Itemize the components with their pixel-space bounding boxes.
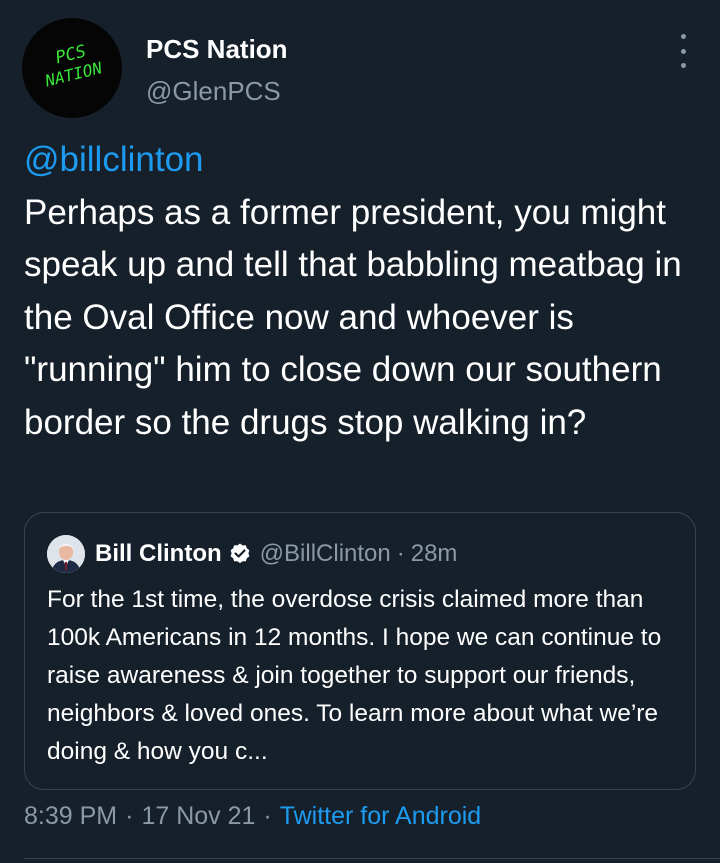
divider — [24, 858, 720, 859]
more-dot — [680, 63, 686, 68]
tweet-header: PCS NATION PCS Nation @GlenPCS — [22, 18, 698, 118]
quoted-author-handle[interactable]: @BillClinton — [260, 540, 391, 568]
mention-link[interactable]: @billclinton — [24, 134, 704, 187]
tweet-text-content: Perhaps as a former president, you might… — [24, 192, 682, 442]
quoted-author-name[interactable]: Bill Clinton — [95, 540, 222, 568]
author-handle[interactable]: @GlenPCS — [146, 76, 281, 107]
quoted-time[interactable]: 28m — [411, 540, 458, 568]
tweet-source-link[interactable]: Twitter for Android — [280, 802, 481, 830]
quoted-separator: · — [396, 540, 405, 567]
tweet-date[interactable]: 17 Nov 21 — [141, 802, 255, 830]
meta-separator: · — [263, 802, 272, 830]
avatar-logo: PCS NATION — [42, 41, 104, 90]
more-vertical-icon[interactable] — [676, 34, 690, 68]
quoted-avatar[interactable] — [47, 535, 85, 573]
quoted-tweet-text: For the 1st time, the overdose crisis cl… — [47, 586, 662, 765]
verified-badge-icon — [230, 543, 250, 564]
more-dot — [680, 48, 686, 54]
avatar[interactable]: PCS NATION — [22, 18, 122, 118]
tweet-text: @billclinton Perhaps as a former preside… — [24, 134, 704, 449]
author-name[interactable]: PCS Nation — [146, 34, 288, 65]
meta-separator: · — [125, 802, 134, 830]
tweet-time[interactable]: 8:39 PM — [24, 802, 117, 830]
tweet-meta: 8:39 PM · 17 Nov 21 · Twitter for Android — [24, 802, 481, 831]
quoted-avatar-portrait — [47, 535, 85, 573]
more-dot — [680, 34, 686, 39]
quoted-tweet-header: Bill Clinton @BillClinton · 28m — [47, 535, 457, 573]
quoted-tweet-card[interactable]: Bill Clinton @BillClinton · 28m For the … — [24, 512, 696, 790]
